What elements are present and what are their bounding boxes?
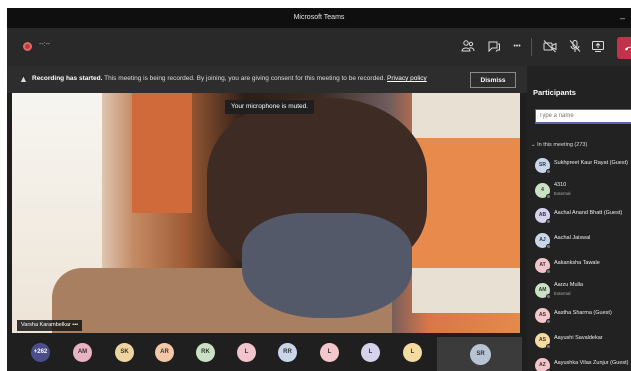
strip-avatar[interactable]: AR: [155, 343, 174, 362]
recording-notice-title: Recording has started.: [32, 75, 103, 82]
participant-row[interactable]: AS Aayushi Savaldekar: [527, 329, 631, 353]
participant-name: Sukhpreet Kaur Rayat (Guest): [554, 160, 628, 166]
more-icon[interactable]: •••: [509, 39, 525, 55]
presence-icon: [546, 294, 551, 299]
camera-off-icon[interactable]: [542, 39, 558, 55]
participant-row[interactable]: AM Aarzu Mulla External: [527, 279, 631, 303]
toolbar-divider: [531, 38, 532, 56]
minimize-button[interactable]: –: [620, 8, 625, 28]
participant-external-label: External: [554, 291, 571, 296]
strip-avatar[interactable]: L: [320, 343, 339, 362]
presence-icon: [546, 269, 551, 274]
title-bar: Microsoft Teams –: [7, 8, 631, 28]
strip-avatar[interactable]: L: [403, 343, 422, 362]
speaker-video: Your microphone is muted. Varsha Karambe…: [12, 93, 520, 333]
recording-notice-text: This meeting is being recorded. By joini…: [102, 75, 388, 82]
participant-row[interactable]: AB Aachal Anand Bhatt (Guest): [527, 204, 631, 228]
self-video-tile[interactable]: SR: [437, 337, 522, 371]
strip-avatar[interactable]: AM: [73, 343, 92, 362]
participant-external-label: External: [554, 191, 571, 196]
presence-icon: [546, 219, 551, 224]
self-avatar: SR: [470, 344, 491, 365]
recording-banner: ▲ Recording has started. This meeting is…: [7, 66, 527, 93]
participant-row[interactable]: AT Aakanksha Tawale: [527, 254, 631, 278]
dismiss-button[interactable]: Dismiss: [470, 72, 516, 88]
participant-row[interactable]: 4 4310 External: [527, 179, 631, 203]
participant-name: Aakanksha Tawale: [554, 260, 600, 266]
strip-avatar[interactable]: SK: [115, 343, 134, 362]
recording-icon: [23, 42, 32, 51]
warning-icon: ▲: [19, 74, 28, 84]
presence-icon: [546, 244, 551, 249]
privacy-policy-link[interactable]: Privacy policy: [387, 75, 427, 82]
participants-icon[interactable]: [460, 39, 476, 55]
presence-icon: [546, 194, 551, 199]
presence-icon: [546, 319, 551, 324]
participant-name: Aayushka Vilas Zunjur (Guest): [554, 360, 629, 366]
meeting-toolbar: --:-- •••: [7, 28, 631, 66]
participant-name: Aachal Jaiswal: [554, 235, 591, 241]
in-meeting-section-header[interactable]: ⌄ In this meeting (273): [531, 142, 587, 148]
participant-row[interactable]: SR Sukhpreet Kaur Rayat (Guest): [527, 154, 631, 178]
mute-tooltip: Your microphone is muted.: [225, 100, 315, 114]
speaker-name: Varsha Karambelkar: [21, 322, 71, 328]
strip-avatar[interactable]: RR: [278, 343, 297, 362]
teams-window: Microsoft Teams – --:-- ••• ▲ Recording …: [7, 8, 631, 371]
strip-avatar[interactable]: L: [361, 343, 380, 362]
background-banner: [132, 93, 192, 213]
participants-title: Participants: [533, 88, 576, 97]
recording-notice: Recording has started. This meeting is b…: [32, 75, 427, 82]
participants-panel: Participants ⌄ In this meeting (273) SRS…: [527, 66, 631, 371]
speaker-name-tag[interactable]: Varsha Karambelkar •••: [17, 320, 83, 331]
participant-row[interactable]: AS Aastha Sharma (Guest): [527, 304, 631, 328]
participant-name: Aarzu Mulla: [554, 282, 584, 288]
window-title: Microsoft Teams: [293, 14, 345, 21]
speaker-more-icon[interactable]: •••: [72, 322, 78, 328]
mic-off-icon[interactable]: [567, 39, 583, 55]
participant-strip: +262 AM SK AR RK L RR L L L SR: [7, 334, 527, 371]
participant-search-input[interactable]: [535, 109, 631, 124]
presence-icon: [546, 169, 551, 174]
meeting-timer: --:--: [39, 41, 51, 48]
participant-name: 4310: [554, 182, 567, 188]
participant-name: Aayushi Savaldekar: [554, 335, 603, 341]
background-sign-orange: [412, 138, 520, 268]
chat-icon[interactable]: [486, 39, 502, 55]
share-icon[interactable]: [590, 39, 606, 55]
participant-row[interactable]: AJ Aachal Jaiswal: [527, 229, 631, 253]
strip-avatar[interactable]: RK: [196, 343, 215, 362]
strip-avatar[interactable]: +262: [31, 343, 50, 362]
hang-up-button[interactable]: [617, 37, 631, 59]
presence-icon: [546, 344, 551, 349]
participant-name: Aachal Anand Bhatt (Guest): [554, 210, 623, 216]
speaker-mask: [242, 213, 412, 318]
participant-name: Aastha Sharma (Guest): [554, 310, 612, 316]
participant-row[interactable]: AZ Aayushka Vilas Zunjur (Guest): [527, 354, 631, 371]
strip-avatar[interactable]: L: [237, 343, 256, 362]
